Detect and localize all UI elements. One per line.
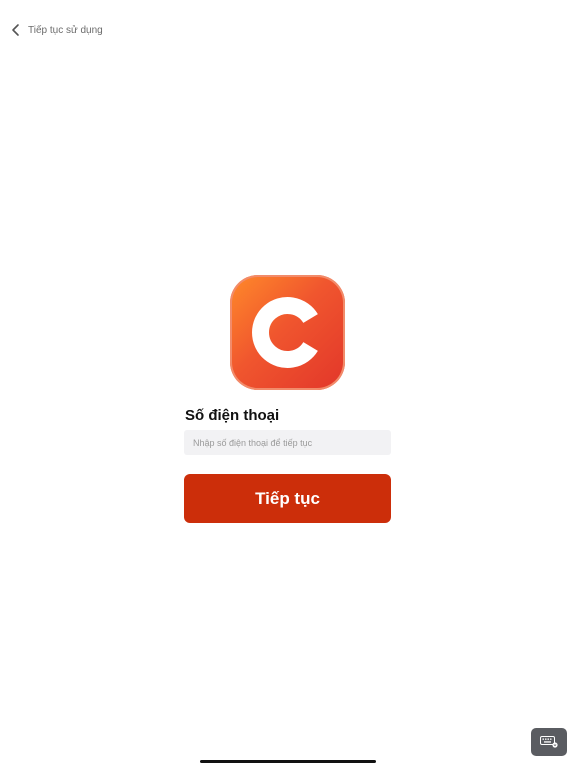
- phone-input[interactable]: [184, 430, 391, 455]
- logo-letter-c: [252, 297, 318, 368]
- home-indicator: [200, 760, 376, 763]
- app-logo: [230, 275, 345, 390]
- keyboard-icon: [540, 736, 558, 748]
- continue-button[interactable]: Tiếp tục: [184, 474, 391, 523]
- back-button[interactable]: Tiếp tục sử dụng: [8, 18, 103, 42]
- phone-label: Số điện thoại: [185, 407, 280, 424]
- chevron-left-icon: [8, 22, 24, 38]
- back-label: Tiếp tục sử dụng: [28, 24, 103, 36]
- keyboard-toggle-button[interactable]: [531, 728, 567, 756]
